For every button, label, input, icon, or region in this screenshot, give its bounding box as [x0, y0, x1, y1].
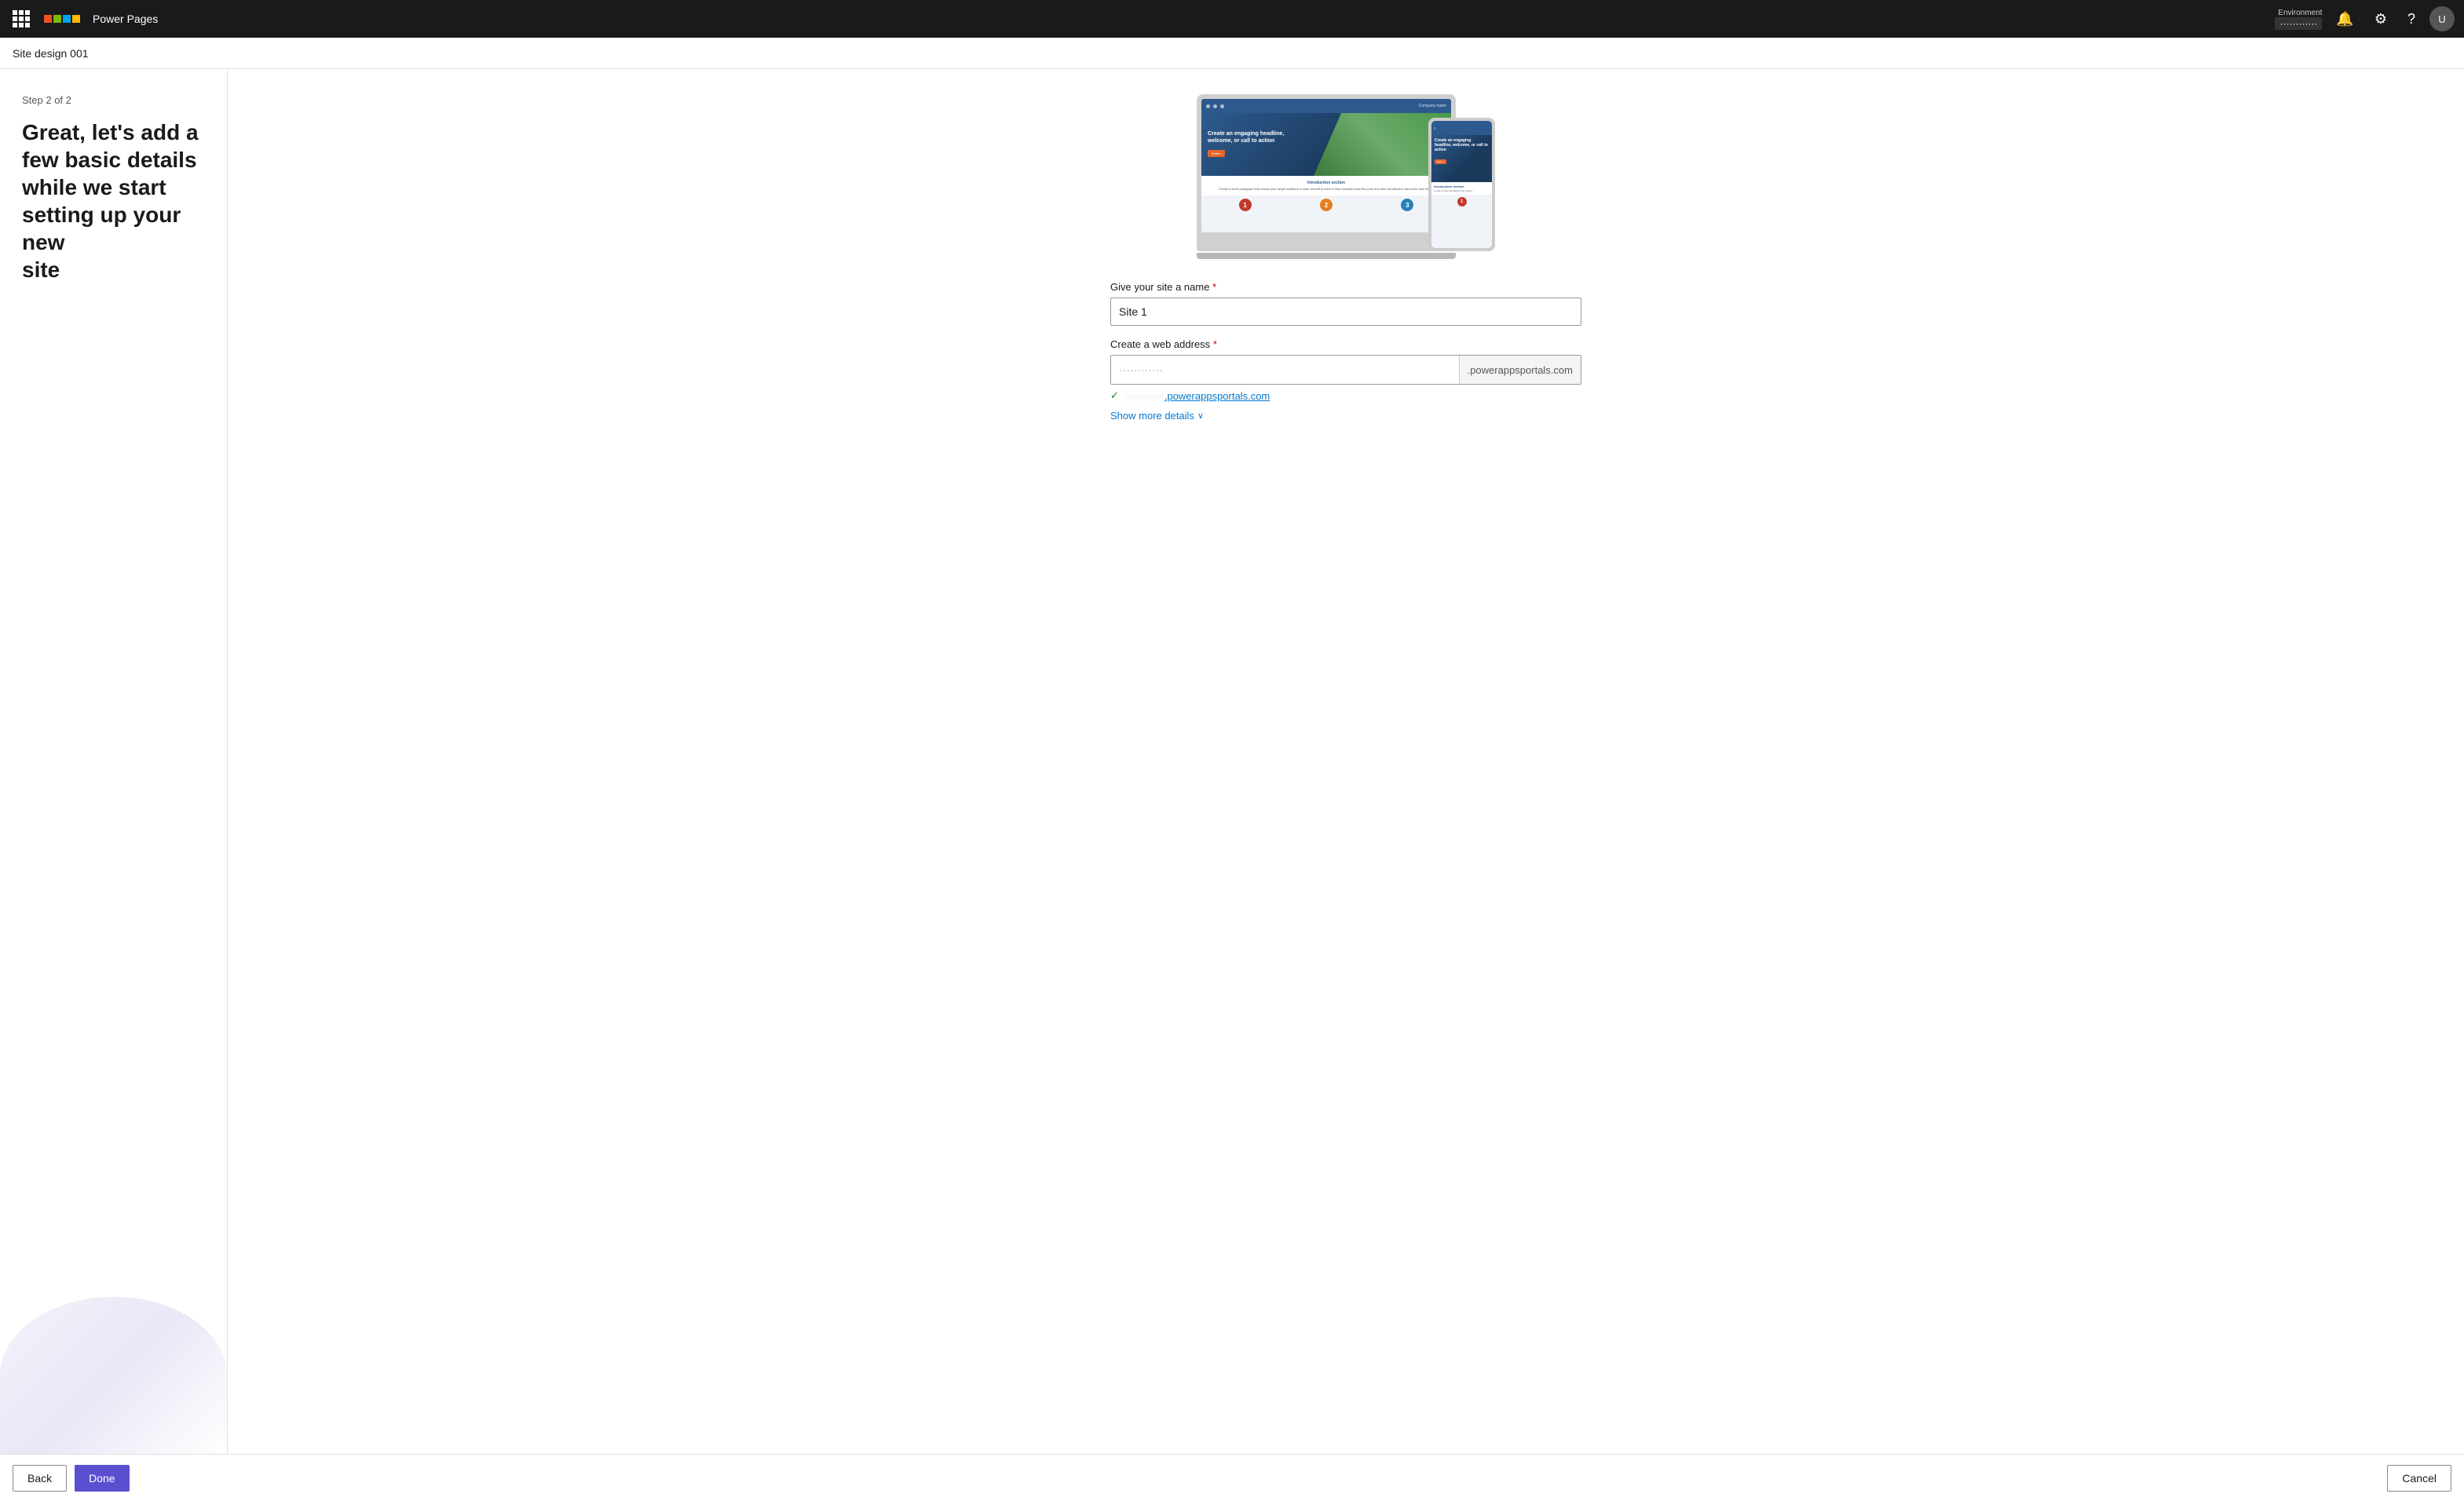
- mobile-badges: 1: [1431, 195, 1492, 209]
- mobile-intro: Introduction section Create a short para…: [1431, 182, 1492, 195]
- mobile-hero-title: Create an engaging headline, welcome, or…: [1435, 138, 1489, 152]
- main-layout: Step 2 of 2 Great, let's add a few basic…: [0, 69, 2464, 1454]
- environment-selector[interactable]: Environment ············: [2275, 9, 2322, 30]
- environment-value: ············: [2275, 17, 2322, 30]
- hero-title: Create an engaging headline,welcome, or …: [1208, 130, 1284, 144]
- help-icon[interactable]: ?: [2401, 8, 2422, 31]
- mobile-header: ≡: [1431, 121, 1492, 135]
- preview-mockup: Company name Create an engaging headline…: [1197, 94, 1495, 259]
- mobile-hero: Create an engaging headline, welcome, or…: [1431, 135, 1492, 182]
- web-address-suffix: .powerappsportals.com: [1459, 356, 1581, 384]
- step-heading: Great, let's add a few basic details whi…: [22, 119, 205, 283]
- footer: Back Done Cancel: [0, 1454, 2464, 1501]
- breadcrumb: Site design 001: [0, 38, 2464, 69]
- avatar[interactable]: U: [2429, 6, 2455, 31]
- step-label: Step 2 of 2: [22, 94, 205, 106]
- laptop-base: [1197, 253, 1456, 259]
- back-button[interactable]: Back: [13, 1465, 67, 1492]
- company-name-text: Company name: [1419, 104, 1446, 108]
- breadcrumb-title: Site design 001: [13, 47, 89, 60]
- mobile-screen: ≡ Create an engaging headline, welcome, …: [1431, 121, 1492, 248]
- validation-url-blurred: ············: [1124, 390, 1164, 402]
- intro-text: Create a short paragraph that shows your…: [1206, 187, 1446, 191]
- validation-check-icon: ✓: [1110, 389, 1119, 402]
- left-panel-decoration: [0, 1297, 227, 1454]
- cancel-button[interactable]: Cancel: [2387, 1465, 2451, 1492]
- badge-2: 2: [1320, 199, 1333, 211]
- web-address-input[interactable]: [1111, 356, 1459, 384]
- app-name: Power Pages: [93, 13, 158, 25]
- left-panel: Step 2 of 2 Great, let's add a few basic…: [0, 69, 228, 1454]
- badge-1: 1: [1239, 199, 1252, 211]
- mobile-intro-text: Create a short paragraph that shows...: [1434, 189, 1490, 192]
- intro-title: Introduction section: [1206, 181, 1446, 185]
- mobile-hero-btn: Button: [1435, 159, 1446, 164]
- site-name-group: Give your site a name *: [1110, 281, 1581, 326]
- show-more-label: Show more details: [1110, 410, 1194, 422]
- heading-line5: site: [22, 257, 60, 282]
- hero-cta-btn: Button: [1208, 150, 1225, 157]
- notification-icon[interactable]: 🔔: [2330, 8, 2360, 31]
- screen-badges: 1 2 3: [1201, 195, 1451, 214]
- mobile-badge-1: 1: [1457, 197, 1467, 206]
- show-more-details-link[interactable]: Show more details ∨: [1110, 410, 1581, 422]
- heading-line3: while we start: [22, 175, 166, 199]
- laptop-mockup: Company name Create an engaging headline…: [1197, 94, 1456, 251]
- laptop-intro: Introduction section Create a short para…: [1201, 176, 1451, 195]
- mobile-mockup: ≡ Create an engaging headline, welcome, …: [1428, 118, 1495, 251]
- validation-url[interactable]: ············.powerappsportals.com: [1124, 390, 1270, 402]
- waffle-menu[interactable]: [9, 7, 33, 31]
- site-name-required: *: [1212, 281, 1216, 293]
- laptop-hero: Create an engaging headline,welcome, or …: [1201, 113, 1451, 176]
- laptop-screen: Company name Create an engaging headline…: [1201, 99, 1451, 232]
- validation-url-domain: .powerappsportals.com: [1164, 390, 1270, 402]
- environment-label: Environment: [2278, 9, 2322, 17]
- web-address-row: .powerappsportals.com: [1110, 355, 1581, 385]
- heading-line4: setting up your new: [22, 203, 181, 254]
- right-panel: Company name Create an engaging headline…: [228, 69, 2464, 1454]
- mobile-intro-title: Introduction section: [1434, 184, 1490, 188]
- preview-container: Company name Create an engaging headline…: [1110, 94, 1581, 259]
- microsoft-logo: [44, 15, 80, 23]
- laptop-screen-header: Company name: [1201, 99, 1451, 113]
- badge-3: 3: [1401, 199, 1413, 211]
- done-button[interactable]: Done: [75, 1465, 129, 1492]
- top-navigation: Power Pages Environment ············ 🔔 ⚙…: [0, 0, 2464, 38]
- web-address-group: Create a web address * .powerappsportals…: [1110, 338, 1581, 422]
- web-address-label: Create a web address *: [1110, 338, 1581, 350]
- chevron-down-icon: ∨: [1197, 411, 1204, 421]
- site-name-input[interactable]: [1110, 298, 1581, 326]
- site-name-label: Give your site a name *: [1110, 281, 1581, 293]
- heading-line2: few basic details: [22, 148, 197, 172]
- settings-icon[interactable]: ⚙: [2368, 8, 2393, 31]
- footer-left-buttons: Back Done: [13, 1465, 130, 1492]
- heading-line1: Great, let's add a: [22, 120, 199, 144]
- validation-row: ✓ ············.powerappsportals.com: [1110, 389, 1581, 402]
- web-address-required: *: [1213, 338, 1217, 350]
